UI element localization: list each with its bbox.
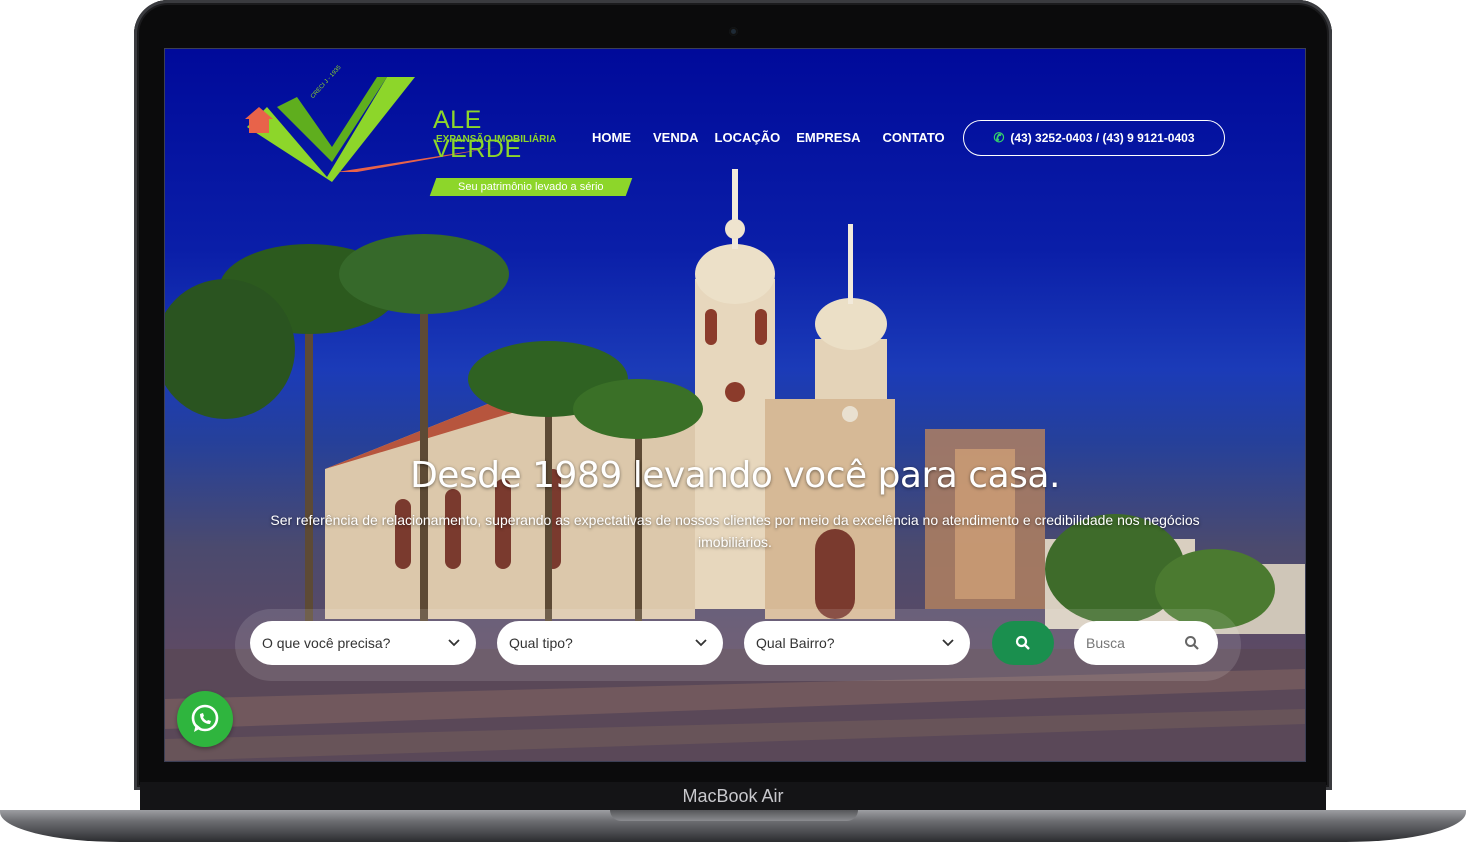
nav-contato[interactable]: CONTATO — [883, 130, 945, 145]
search-icon[interactable] — [1184, 635, 1200, 651]
website-screen: CRECI J - 1935 ALE VERDE EXPANSÃO IMOBIL… — [164, 48, 1306, 762]
main-navigation: HOME VENDA LOCAÇÃO EMPRESA CONTATO — [592, 130, 967, 145]
type-select[interactable]: Qual tipo? — [497, 621, 723, 665]
company-logo[interactable]: CRECI J - 1935 ALE VERDE EXPANSÃO IMOBIL… — [237, 65, 633, 196]
search-button[interactable] — [992, 621, 1054, 665]
phone-icon: ✆ — [993, 130, 1005, 145]
chevron-down-icon — [695, 639, 707, 647]
logo-subtitle: EXPANSÃO IMOBILIÁRIA — [436, 134, 557, 145]
whatsapp-button[interactable] — [177, 691, 233, 747]
nav-venda[interactable]: VENDA — [653, 130, 699, 145]
need-select[interactable]: O que você precisa? — [250, 621, 476, 665]
camera-icon — [729, 27, 738, 36]
nav-empresa[interactable]: EMPRESA — [796, 130, 860, 145]
laptop-notch — [610, 810, 858, 821]
type-select-value: Qual tipo? — [509, 635, 573, 651]
hero-subtitle: Ser referência de relacionamento, supera… — [270, 512, 1200, 550]
logo-tagline: Seu patrimônio levado a sério — [429, 178, 633, 196]
phone-contact-button[interactable]: ✆ (43) 3252-0403 / (43) 9 9121-0403 — [963, 120, 1225, 156]
nav-home[interactable]: HOME — [592, 130, 631, 145]
hero-title: Desde 1989 levando você para casa. — [410, 455, 1060, 496]
laptop-model-label: MacBook Air — [682, 786, 784, 806]
neighborhood-select[interactable]: Qual Bairro? — [744, 621, 970, 665]
chevron-down-icon — [448, 639, 460, 647]
whatsapp-icon — [191, 704, 219, 732]
search-icon — [1015, 635, 1030, 650]
neighborhood-select-value: Qual Bairro? — [756, 635, 835, 651]
phone-number-label: (43) 3252-0403 / (43) 9 9121-0403 — [1010, 131, 1195, 145]
nav-locacao[interactable]: LOCAÇÃO — [715, 130, 781, 145]
need-select-value: O que você precisa? — [262, 635, 391, 651]
chevron-down-icon — [942, 639, 954, 647]
